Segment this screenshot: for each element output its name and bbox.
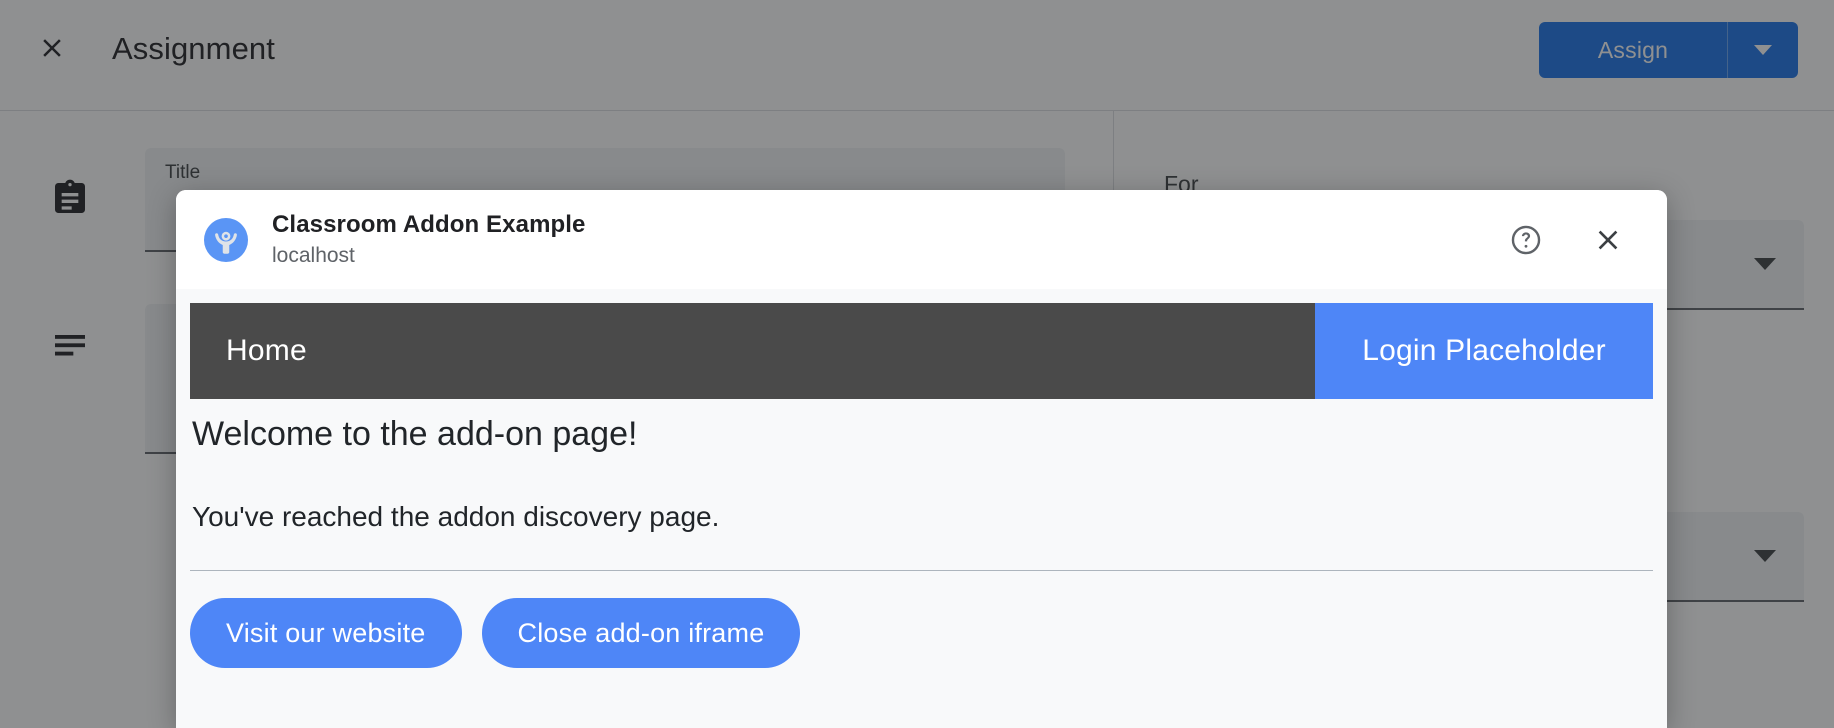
visit-website-button[interactable]: Visit our website xyxy=(190,598,462,668)
addon-content: Welcome to the add-on page! You've reach… xyxy=(190,413,1653,668)
close-icon[interactable] xyxy=(1585,217,1631,263)
addon-heading: Welcome to the add-on page! xyxy=(192,415,638,453)
close-addon-iframe-button[interactable]: Close add-on iframe xyxy=(481,598,801,668)
login-placeholder-label: Login Placeholder xyxy=(1362,334,1606,367)
addon-button-row: Visit our website Close add-on iframe xyxy=(190,598,1653,668)
help-circle-icon[interactable] xyxy=(1503,217,1549,263)
screen-root: Assignment Assign xyxy=(0,0,1834,728)
navbar-home-link[interactable]: Home xyxy=(226,334,307,368)
addon-dialog-actions xyxy=(1503,217,1631,263)
addon-dialog-titles: Classroom Addon Example localhost xyxy=(272,210,1503,269)
content-divider xyxy=(190,570,1653,571)
addon-dialog-subtitle: localhost xyxy=(272,244,355,267)
addon-iframe-content: Home Login Placeholder Welcome to the ad… xyxy=(176,289,1667,728)
addon-paragraph: You've reached the addon discovery page. xyxy=(192,501,720,532)
login-placeholder-button[interactable]: Login Placeholder xyxy=(1315,303,1653,399)
addon-dialog-header: Classroom Addon Example localhost xyxy=(176,190,1667,289)
addon-dialog: Classroom Addon Example localhost Home L… xyxy=(176,190,1667,728)
classroom-addon-icon xyxy=(204,217,248,262)
addon-dialog-title: Classroom Addon Example xyxy=(272,211,586,238)
addon-navbar-left: Home xyxy=(190,303,1315,399)
addon-navbar: Home Login Placeholder xyxy=(190,303,1653,399)
